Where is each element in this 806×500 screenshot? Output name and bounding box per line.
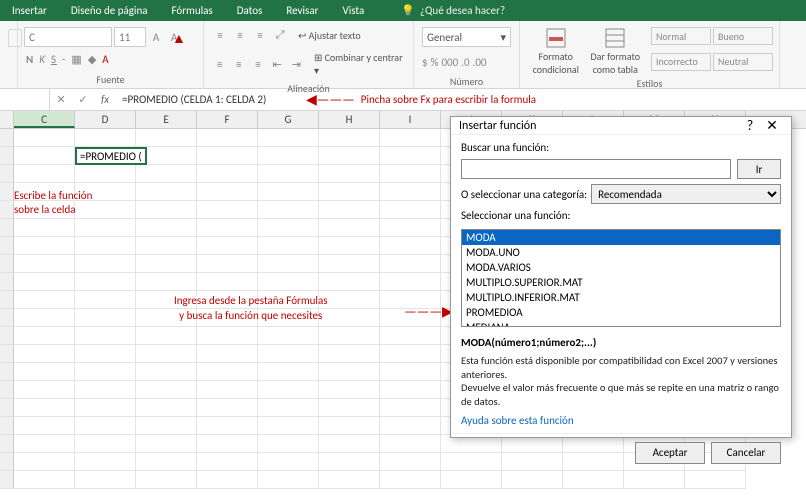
clipboard-icon[interactable] bbox=[8, 29, 22, 47]
number-group: General▾ $ % 000 .0 .00 Número bbox=[414, 21, 520, 88]
col-header[interactable]: G bbox=[258, 111, 319, 128]
number-group-label: Número bbox=[420, 74, 513, 90]
formula-input[interactable]: =PROMEDIO (CELDA 1: CELDA 2) bbox=[116, 93, 306, 106]
font-group-label: Fuente bbox=[24, 72, 197, 88]
tab-datos[interactable]: Datos bbox=[225, 0, 275, 22]
bulb-icon: 💡 bbox=[401, 4, 415, 17]
fx-button[interactable]: fx bbox=[94, 93, 116, 106]
bold-button[interactable]: N bbox=[26, 53, 34, 66]
wrap-text-button[interactable]: ↩ Ajustar texto bbox=[298, 29, 361, 42]
list-item[interactable]: PROMEDIOA bbox=[462, 305, 780, 320]
list-item[interactable]: MULTIPLO.INFERIOR.MAT bbox=[462, 290, 780, 305]
arrow-left-icon: ◀——— bbox=[306, 91, 355, 108]
inc-decimal-icon[interactable]: .0 bbox=[461, 56, 469, 69]
tell-me-search[interactable]: 💡 ¿Qué desea hacer? bbox=[401, 4, 505, 17]
number-format-selector[interactable]: General▾ bbox=[422, 27, 511, 47]
enter-formula-icon[interactable]: ✓ bbox=[72, 93, 94, 106]
go-button[interactable]: Ir bbox=[737, 159, 781, 179]
conditional-format-icon bbox=[545, 27, 567, 49]
format-as-table-button[interactable]: Dar formato como tabla bbox=[586, 23, 646, 76]
ok-button[interactable]: Aceptar bbox=[635, 442, 705, 464]
font-size-selector[interactable]: 11 bbox=[114, 27, 146, 47]
cancel-formula-icon[interactable]: ✕ bbox=[50, 93, 72, 106]
help-link[interactable]: Ayuda sobre esta función bbox=[461, 414, 781, 427]
fill-color-icon[interactable]: ◆ bbox=[88, 53, 97, 66]
function-list[interactable]: MODA MODA.UNO MODA.VARIOS MULTIPLO.SUPER… bbox=[461, 229, 781, 327]
formula-annotation: ◀——— Pincha sobre Fx para escribir la fo… bbox=[306, 91, 536, 108]
insert-function-dialog: Insertar función ? ✕ Buscar una función:… bbox=[450, 116, 792, 438]
italic-button[interactable]: K bbox=[39, 53, 46, 66]
col-header[interactable]: C bbox=[14, 111, 75, 128]
tab-revisar[interactable]: Revisar bbox=[274, 0, 330, 22]
search-label: Buscar una función: bbox=[461, 141, 781, 154]
orientation-icon[interactable]: ⤢ bbox=[272, 27, 288, 43]
alignment-group: ≡ ≡ ≡ ⤢ ↩ Ajustar texto ≡ ≡ ≡ ⇤ ⇥ ⊞ Comb… bbox=[204, 21, 414, 88]
function-signature: MODA(número1;número2;...) bbox=[461, 336, 781, 349]
category-select[interactable]: Recomendada bbox=[591, 184, 781, 204]
styles-group-label: Estilos bbox=[526, 76, 773, 92]
style-neutral[interactable]: Neutral bbox=[713, 53, 773, 71]
function-description: Esta función está disponible por compati… bbox=[461, 354, 781, 409]
cell-annotation: Escribe la funciónsobre la celda bbox=[14, 189, 92, 218]
close-icon[interactable]: ✕ bbox=[761, 117, 783, 134]
ribbon-body: C 11 A A N K S - ▦ ◆ A Fuente ≡ ≡ ≡ ⤢ ↩ … bbox=[0, 21, 806, 89]
help-button[interactable]: ? bbox=[739, 117, 761, 134]
align-bottom-icon[interactable]: ≡ bbox=[252, 27, 268, 43]
align-right-icon[interactable]: ≡ bbox=[250, 56, 265, 72]
tab-formulas[interactable]: Fórmulas bbox=[160, 0, 225, 22]
indent-dec-icon[interactable]: ⇤ bbox=[270, 56, 285, 72]
active-cell[interactable]: =PROMEDIO ( bbox=[75, 147, 147, 165]
cancel-button[interactable]: Cancelar bbox=[711, 442, 781, 464]
formulas-tab-annotation: Ingresa desde la pestaña Fórmulasy busca… bbox=[174, 293, 328, 324]
align-middle-icon[interactable]: ≡ bbox=[232, 27, 248, 43]
ribbon-tabs: Insertar Diseño de página Fórmulas Datos… bbox=[0, 0, 806, 21]
style-normal[interactable]: Normal bbox=[651, 27, 711, 45]
list-item[interactable]: MODA.VARIOS bbox=[462, 260, 780, 275]
styles-group: Formato condicional Dar formato como tab… bbox=[520, 21, 780, 88]
name-box[interactable] bbox=[0, 89, 50, 110]
font-color-icon[interactable]: A bbox=[102, 53, 109, 66]
align-top-icon[interactable]: ≡ bbox=[212, 27, 228, 43]
tab-insertar[interactable]: Insertar bbox=[0, 0, 59, 22]
underline-button[interactable]: S bbox=[51, 53, 57, 66]
dec-decimal-icon[interactable]: .00 bbox=[473, 56, 487, 69]
font-name-selector[interactable]: C bbox=[24, 27, 112, 47]
clipboard-group bbox=[0, 21, 18, 88]
tab-vista[interactable]: Vista bbox=[330, 0, 376, 22]
border-icon[interactable]: ▦ bbox=[71, 53, 82, 66]
style-bueno[interactable]: Bueno bbox=[713, 27, 773, 45]
dialog-titlebar[interactable]: Insertar función ? ✕ bbox=[451, 117, 791, 135]
col-header[interactable]: F bbox=[197, 111, 258, 128]
percent-icon[interactable]: % bbox=[431, 56, 439, 69]
conditional-format-button[interactable]: Formato condicional bbox=[526, 23, 586, 76]
dialog-title: Insertar función bbox=[459, 119, 536, 133]
list-item[interactable]: MODA.UNO bbox=[462, 245, 780, 260]
grow-font-icon[interactable]: A bbox=[148, 29, 164, 45]
currency-icon[interactable]: $ bbox=[422, 56, 428, 69]
align-center-icon[interactable]: ≡ bbox=[231, 56, 246, 72]
arrow-up-icon: ▲ bbox=[172, 30, 186, 47]
table-icon bbox=[604, 27, 626, 49]
tab-diseno[interactable]: Diseño de página bbox=[59, 0, 160, 22]
list-item[interactable]: MEDIANA bbox=[462, 320, 780, 327]
col-header[interactable]: E bbox=[136, 111, 197, 128]
align-left-icon[interactable]: ≡ bbox=[212, 56, 227, 72]
list-item[interactable]: MULTIPLO.SUPERIOR.MAT bbox=[462, 275, 780, 290]
select-all-corner[interactable] bbox=[0, 111, 14, 128]
merge-button[interactable]: ⊞ Combinar y centrar ▾ bbox=[314, 51, 405, 77]
function-search-input[interactable] bbox=[461, 159, 731, 179]
style-incorrecto[interactable]: Incorrecto bbox=[651, 53, 711, 71]
list-item[interactable]: MODA bbox=[462, 230, 780, 245]
category-label: O seleccionar una categoría: bbox=[461, 188, 587, 201]
arrow-right-icon: ———▶ bbox=[404, 303, 453, 320]
function-list-label: Seleccionar una función: bbox=[461, 209, 781, 222]
comma-icon[interactable]: 000 bbox=[441, 56, 458, 69]
col-header[interactable]: I bbox=[380, 111, 441, 128]
indent-inc-icon[interactable]: ⇥ bbox=[289, 56, 304, 72]
formula-bar: ✕ ✓ fx =PROMEDIO (CELDA 1: CELDA 2) ◀———… bbox=[0, 89, 806, 111]
col-header[interactable]: D bbox=[75, 111, 136, 128]
tell-me-label: ¿Qué desea hacer? bbox=[420, 4, 505, 17]
col-header[interactable]: H bbox=[319, 111, 380, 128]
